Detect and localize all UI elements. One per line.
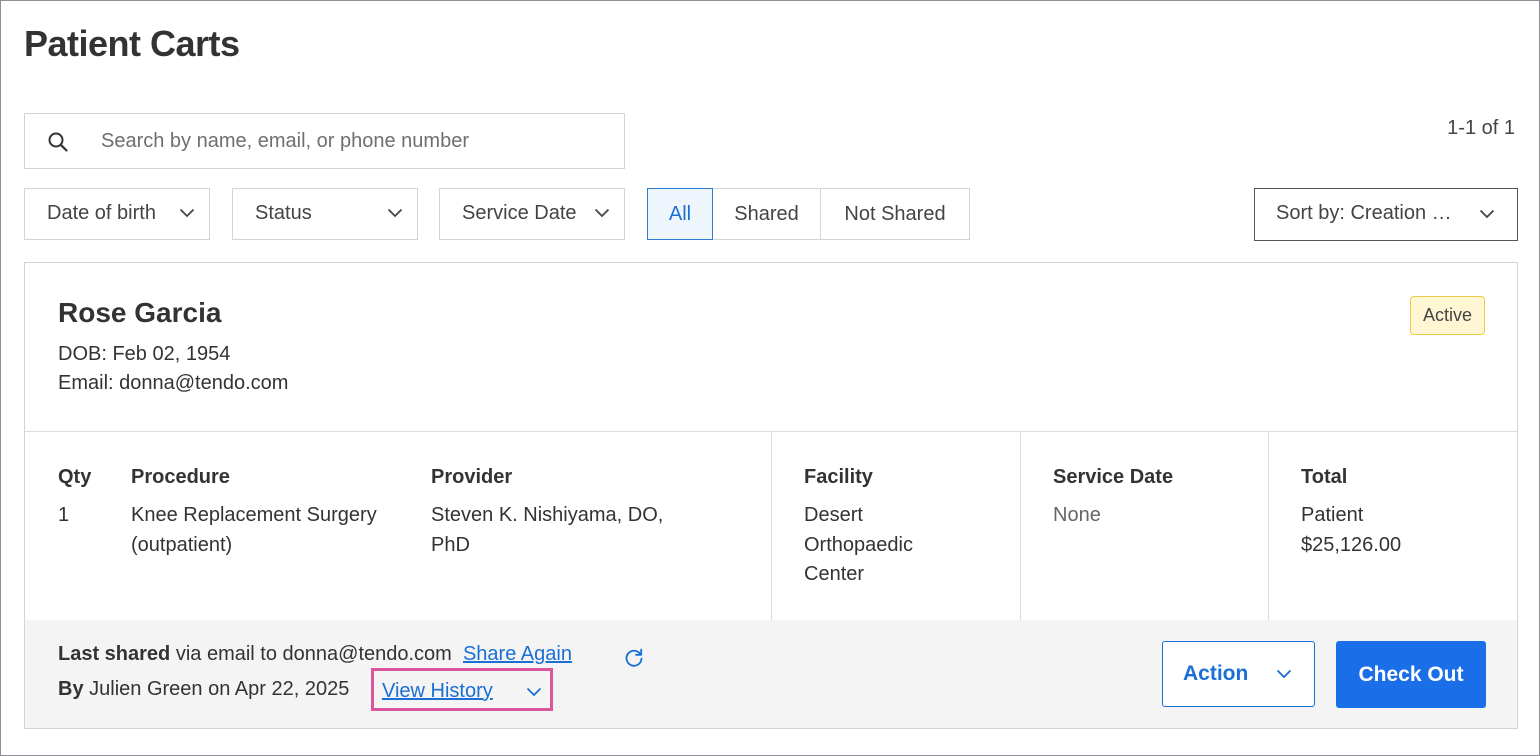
- view-history-link[interactable]: View History: [382, 680, 493, 703]
- pagination-count: 1-1 of 1: [1447, 117, 1515, 139]
- last-shared-text: Last shared via email to donna@tendo.com…: [58, 643, 572, 666]
- facility-line: Desert: [804, 504, 863, 526]
- service-date-value: None: [1053, 504, 1101, 526]
- divider: [1268, 432, 1269, 620]
- patient-cart-card: Rose Garcia DOB: Feb 02, 1954 Email: don…: [24, 262, 1518, 729]
- chevron-down-icon: [179, 208, 195, 218]
- patient-email: Email: donna@tendo.com: [58, 372, 289, 394]
- date-of-birth-filter-label: Date of birth: [47, 202, 156, 224]
- provider-header: Provider: [431, 466, 513, 488]
- refresh-icon[interactable]: [623, 646, 645, 668]
- filter-not-shared-button[interactable]: Not Shared: [820, 188, 970, 240]
- date-of-birth-filter[interactable]: Date of birth: [24, 188, 210, 240]
- facility-line: Center: [804, 563, 865, 585]
- service-date-header: Service Date: [1053, 466, 1174, 488]
- status-badge: Active: [1409, 296, 1485, 335]
- provider-line: Steven K. Nishiyama, DO,: [431, 504, 664, 526]
- patient-name: Rose Garcia: [58, 297, 222, 328]
- total-header: Total: [1301, 466, 1348, 488]
- search-box[interactable]: [24, 113, 625, 169]
- procedure-line: Knee Replacement Surgery: [131, 504, 377, 526]
- chevron-down-icon: [1276, 669, 1292, 679]
- filter-shared-button[interactable]: Shared: [712, 188, 821, 240]
- chevron-down-icon: [594, 208, 610, 218]
- chevron-down-icon: [387, 208, 403, 218]
- qty-header: Qty: [58, 466, 92, 488]
- procedure-line: (outpatient): [131, 533, 233, 556]
- total-line: Patient: [1301, 504, 1364, 526]
- shared-by-detail: Julien Green on Apr 22, 2025: [83, 678, 350, 700]
- search-input[interactable]: [101, 114, 611, 168]
- shared-by-text: By Julien Green on Apr 22, 2025: [58, 678, 349, 701]
- facility-value: Desert Orthopaedic Center: [804, 501, 913, 590]
- provider-line: PhD: [431, 533, 470, 556]
- chevron-down-icon: [526, 687, 542, 697]
- divider: [771, 432, 772, 620]
- divider: [1020, 432, 1021, 620]
- last-shared-label: Last shared: [58, 643, 171, 665]
- facility-line: Orthopaedic: [804, 533, 913, 556]
- provider-value: Steven K. Nishiyama, DO, PhD: [431, 501, 663, 560]
- last-shared-detail: via email to donna@tendo.com: [170, 643, 452, 665]
- search-icon: [48, 132, 68, 152]
- procedure-header: Procedure: [131, 466, 230, 488]
- filter-all-button[interactable]: All: [647, 188, 713, 240]
- chevron-down-icon: [1479, 209, 1495, 219]
- total-line: $25,126.00: [1301, 533, 1402, 556]
- action-button[interactable]: Action: [1162, 641, 1315, 707]
- share-again-link[interactable]: Share Again: [463, 643, 572, 665]
- sort-dropdown[interactable]: Sort by: Creation …: [1254, 188, 1518, 241]
- qty-value: 1: [58, 504, 70, 526]
- check-out-button[interactable]: Check Out: [1336, 641, 1486, 708]
- cart-footer: Last shared via email to donna@tendo.com…: [25, 620, 1517, 728]
- view-history-toggle[interactable]: View History: [371, 668, 553, 711]
- procedure-value: Knee Replacement Surgery (outpatient): [131, 501, 377, 560]
- status-filter[interactable]: Status: [232, 188, 418, 240]
- shared-by-label: By: [58, 678, 84, 700]
- service-date-filter-label: Service Date: [462, 202, 577, 224]
- facility-header: Facility: [804, 466, 873, 488]
- sort-dropdown-label: Sort by: Creation …: [1276, 202, 1452, 224]
- app-frame: Patient Carts 1-1 of 1 Date of birth Sta…: [0, 0, 1540, 756]
- service-date-filter[interactable]: Service Date: [439, 188, 625, 240]
- total-value: Patient $25,126.00: [1301, 501, 1401, 560]
- status-filter-label: Status: [255, 202, 312, 224]
- action-button-label: Action: [1183, 662, 1249, 685]
- page-title: Patient Carts: [24, 23, 240, 64]
- patient-dob: DOB: Feb 02, 1954: [58, 343, 231, 365]
